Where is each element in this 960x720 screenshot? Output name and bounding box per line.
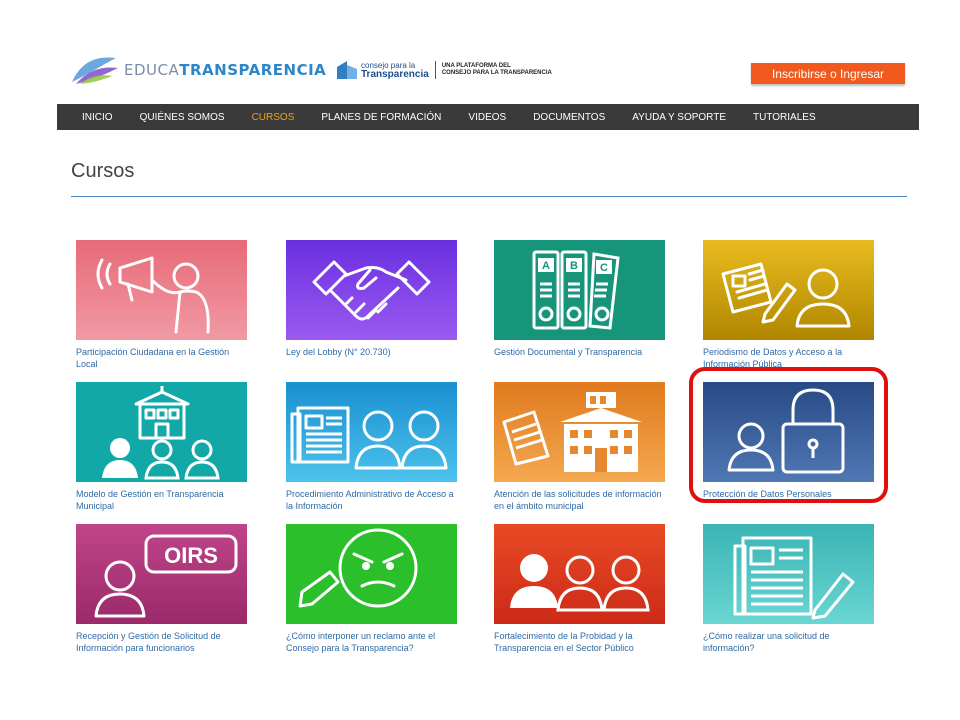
course-card-periodismo-datos[interactable]: Periodismo de Datos y Acceso a la Inform…: [703, 240, 874, 370]
course-title[interactable]: ¿Cómo realizar una solicitud de informac…: [703, 630, 874, 654]
course-title[interactable]: Recepción y Gestión de Solicitud de Info…: [76, 630, 247, 654]
oirs-badge-text: OIRS: [164, 543, 218, 568]
course-card-participacion[interactable]: Participación Ciudadana en la Gestión Lo…: [76, 240, 247, 370]
consejo-transparencia-logo: consejo para la Transparencia UNA PLATAF…: [335, 59, 552, 81]
form-pencil-icon: [703, 524, 874, 624]
logo-leaf-icon: [72, 57, 118, 84]
newspaper-building-icon: [494, 382, 665, 482]
nav-item-ayuda-y-soporte[interactable]: AYUDA Y SOPORTE: [632, 112, 726, 123]
course-card-atencion-solicitudes[interactable]: Atención de las solicitudes de informaci…: [494, 382, 665, 512]
binders-icon: A B C: [494, 240, 665, 340]
course-title[interactable]: Gestión Documental y Transparencia: [494, 346, 665, 358]
megaphone-person-icon: [76, 240, 247, 340]
course-card-modelo-gestion[interactable]: Modelo de Gestión en Transparencia Munic…: [76, 382, 247, 512]
person-lock-icon: [703, 382, 874, 482]
cplt-tagline: UNA PLATAFORMA DEL CONSEJO PARA LA TRANS…: [441, 63, 552, 76]
course-card-ley-lobby[interactable]: Ley del Lobby (N° 20.730): [286, 240, 457, 358]
people-group-icon: [494, 524, 665, 624]
logo-wordmark: EDUCATRANSPARENCIA: [124, 61, 327, 79]
course-thumbnail[interactable]: [76, 240, 247, 340]
course-thumbnail[interactable]: [286, 240, 457, 340]
course-card-gestion-documental[interactable]: A B C Gestión Documental y Transparencia: [494, 240, 665, 358]
oirs-person-icon: OIRS: [76, 524, 247, 624]
course-title[interactable]: Fortalecimiento de la Probidad y la Tran…: [494, 630, 665, 654]
nav-item-videos[interactable]: VIDEOS: [468, 112, 506, 123]
course-title[interactable]: Atención de las solicitudes de informaci…: [494, 488, 665, 512]
course-thumbnail[interactable]: [703, 240, 874, 340]
course-card-recepcion-gestion[interactable]: OIRS Recepción y Gestión de Solicitud de…: [76, 524, 247, 654]
course-title[interactable]: Ley del Lobby (N° 20.730): [286, 346, 457, 358]
course-thumbnail[interactable]: [286, 524, 457, 624]
cplt-divider: [434, 61, 436, 79]
nav-item-quienes-somos[interactable]: QUIÉNES SOMOS: [140, 112, 225, 123]
newspaper-person-icon: [703, 240, 874, 340]
course-title[interactable]: Participación Ciudadana en la Gestión Lo…: [76, 346, 247, 370]
cplt-mark-icon: [337, 61, 357, 79]
course-title[interactable]: ¿Cómo interponer un reclamo ante el Cons…: [286, 630, 457, 654]
title-divider: [71, 196, 907, 197]
educatransparencia-logo[interactable]: EDUCATRANSPARENCIA: [70, 54, 326, 86]
course-thumbnail[interactable]: [286, 382, 457, 482]
nav-item-tutoriales[interactable]: TUTORIALES: [753, 112, 816, 123]
course-title[interactable]: Procedimiento Administrativo de Acceso a…: [286, 488, 457, 512]
course-card-fortalecimiento-probidad[interactable]: Fortalecimiento de la Probidad y la Tran…: [494, 524, 665, 654]
svg-text:A: A: [542, 260, 550, 272]
course-thumbnail[interactable]: [494, 524, 665, 624]
handshake-icon: [286, 240, 457, 340]
angry-face-icon: [286, 524, 457, 624]
course-title[interactable]: Protección de Datos Personales: [703, 488, 874, 500]
course-title[interactable]: Periodismo de Datos y Acceso a la Inform…: [703, 346, 874, 370]
course-title[interactable]: Modelo de Gestión en Transparencia Munic…: [76, 488, 247, 512]
document-people-icon: [286, 382, 457, 482]
svg-text:B: B: [570, 260, 578, 272]
main-nav: INICIO QUIÉNES SOMOS CURSOS PLANES DE FO…: [57, 104, 919, 130]
municipality-people-icon: [76, 382, 247, 482]
nav-item-planes-de-formacion[interactable]: PLANES DE FORMACIÓN: [321, 112, 441, 123]
course-card-proteccion-datos[interactable]: Protección de Datos Personales: [703, 382, 874, 500]
signup-login-button[interactable]: Inscribirse o Ingresar: [751, 63, 905, 84]
page-title: Cursos: [71, 160, 135, 182]
svg-text:C: C: [600, 262, 608, 274]
course-thumbnail[interactable]: A B C: [494, 240, 665, 340]
course-thumbnail[interactable]: [703, 382, 874, 482]
course-thumbnail[interactable]: OIRS: [76, 524, 247, 624]
course-card-procedimiento-administrativo[interactable]: Procedimiento Administrativo de Acceso a…: [286, 382, 457, 512]
cplt-name: consejo para la Transparencia: [361, 61, 429, 80]
course-thumbnail[interactable]: [703, 524, 874, 624]
nav-item-inicio[interactable]: INICIO: [82, 112, 113, 123]
course-card-como-solicitud[interactable]: ¿Cómo realizar una solicitud de informac…: [703, 524, 874, 654]
course-thumbnail[interactable]: [76, 382, 247, 482]
course-card-reclamo-consejo[interactable]: ¿Cómo interponer un reclamo ante el Cons…: [286, 524, 457, 654]
nav-item-cursos[interactable]: CURSOS: [252, 112, 295, 123]
nav-item-documentos[interactable]: DOCUMENTOS: [533, 112, 605, 123]
course-thumbnail[interactable]: [494, 382, 665, 482]
